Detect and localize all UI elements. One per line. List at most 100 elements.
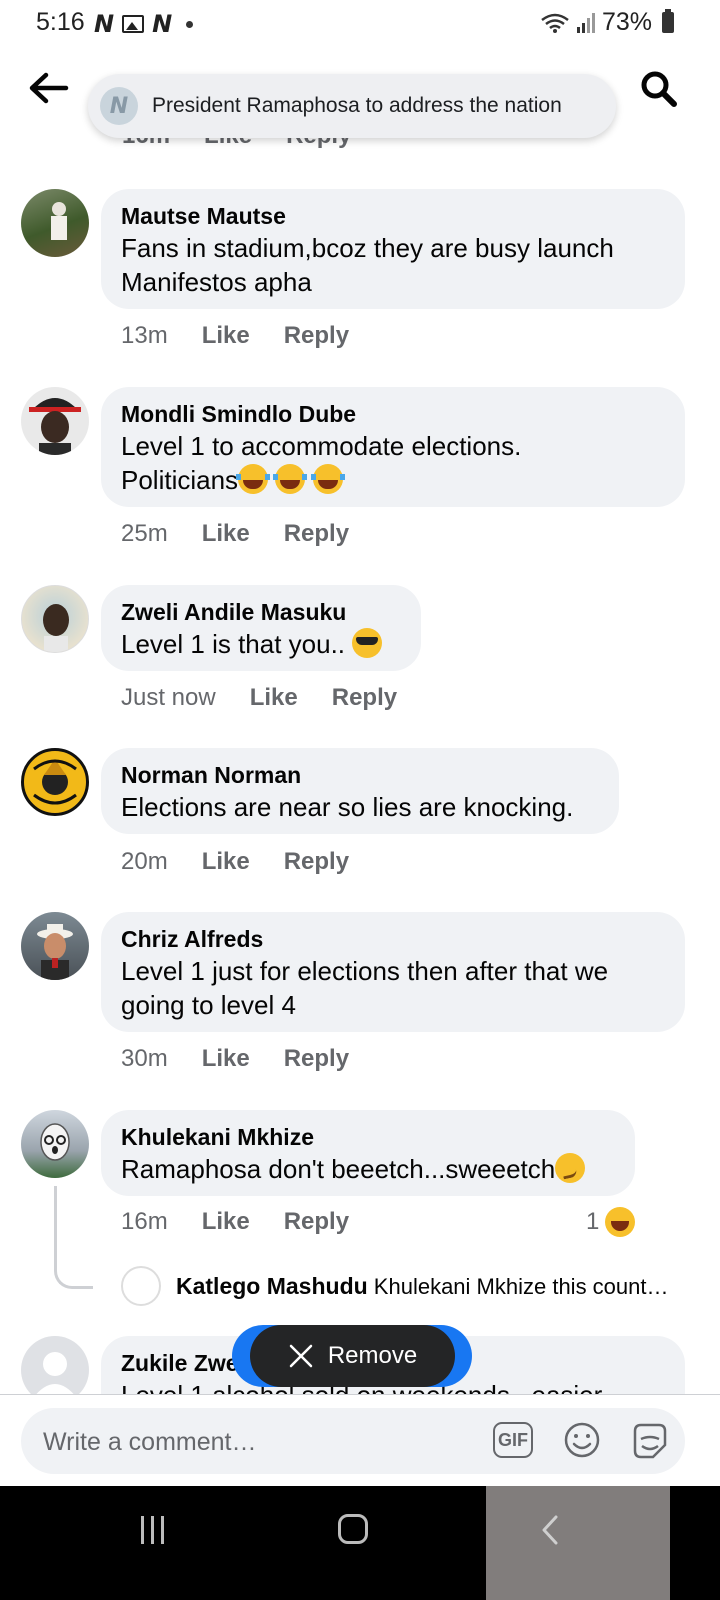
smirk-emoji-icon bbox=[555, 1153, 586, 1183]
like-button[interactable]: Like bbox=[202, 520, 250, 548]
comment-bubble: Mautse Mautse Fans in stadium,bcoz they … bbox=[101, 189, 685, 309]
comment-author[interactable]: Chriz Alfreds bbox=[121, 924, 665, 954]
reply-author: Katlego Mashudu bbox=[176, 1273, 368, 1299]
comment-text: Fans in stadium,bcoz they are busy launc… bbox=[121, 233, 614, 263]
nav-overlay bbox=[486, 1486, 670, 1600]
comment-time: 25m bbox=[121, 520, 168, 547]
kaizer-chiefs-logo-icon bbox=[33, 759, 77, 805]
avatar[interactable] bbox=[21, 912, 89, 980]
avatar[interactable] bbox=[21, 387, 89, 455]
notification-icons: N N bbox=[94, 10, 194, 38]
notification-pill[interactable]: N President Ramaphosa to address the nat… bbox=[88, 74, 616, 138]
comment-bubble: Chriz Alfreds Level 1 just for elections… bbox=[101, 912, 685, 1032]
home-icon[interactable] bbox=[338, 1514, 368, 1544]
news-notification-icon: N bbox=[94, 10, 115, 38]
reaction-count[interactable]: 1 bbox=[586, 1207, 636, 1237]
comment-actions: 13m Like Reply bbox=[121, 322, 349, 350]
reply-button[interactable]: Reply bbox=[284, 322, 349, 350]
reaction-count-number: 1 bbox=[586, 1208, 600, 1235]
comment-author[interactable]: Norman Norman bbox=[121, 760, 599, 790]
signal-icon bbox=[576, 12, 595, 33]
comment-actions: 30m Like Reply bbox=[121, 1045, 349, 1073]
avatar-photo-icon bbox=[40, 1123, 70, 1161]
sticker-icon[interactable] bbox=[629, 1421, 669, 1461]
composer-divider bbox=[0, 1394, 720, 1395]
gif-button[interactable]: GIF bbox=[493, 1422, 533, 1458]
comment-text: Manifestos apha bbox=[121, 267, 312, 297]
reply-button[interactable]: Reply bbox=[284, 1208, 349, 1236]
avatar[interactable] bbox=[21, 748, 89, 816]
remove-button[interactable]: Remove bbox=[250, 1325, 455, 1387]
comment-text: Level 1 just for elections then after th… bbox=[121, 956, 609, 986]
avatar-photo-icon bbox=[43, 604, 69, 652]
avatar-photo-icon bbox=[37, 924, 73, 980]
comment-actions: 25m Like Reply bbox=[121, 520, 349, 548]
like-button[interactable]: Like bbox=[202, 322, 250, 350]
avatar-photo-icon bbox=[29, 398, 81, 455]
gallery-notification-icon bbox=[122, 15, 145, 33]
news-notification-icon-2: N bbox=[152, 10, 173, 38]
thread-connector-line bbox=[54, 1186, 93, 1289]
comment-author[interactable]: Mondli Smindlo Dube bbox=[121, 399, 665, 429]
tears-of-joy-emoji-icon bbox=[273, 464, 308, 494]
reply-button[interactable]: Reply bbox=[284, 848, 349, 876]
comment-bubble: Mondli Smindlo Dube Level 1 to accommoda… bbox=[101, 387, 685, 507]
comment-text: Level 1 is that you.. bbox=[121, 629, 353, 659]
battery-percent: 73% bbox=[601, 8, 652, 36]
haha-reaction-icon bbox=[605, 1207, 636, 1237]
reply-button[interactable]: Reply bbox=[284, 520, 349, 548]
tears-of-joy-emoji-icon bbox=[310, 464, 345, 494]
comment-actions: 20m Like Reply bbox=[121, 848, 349, 876]
status-time: 5:16 bbox=[36, 8, 85, 36]
comment-actions: Just now Like Reply bbox=[121, 684, 397, 712]
emoji-picker-icon[interactable] bbox=[563, 1421, 601, 1459]
search-icon[interactable] bbox=[638, 70, 682, 110]
battery-icon bbox=[662, 9, 674, 33]
comment-bubble: Khulekani Mkhize Ramaphosa don't beeetch… bbox=[101, 1110, 635, 1196]
avatar[interactable] bbox=[21, 585, 89, 653]
comment-text: Level 1 to accommodate elections. bbox=[121, 431, 522, 461]
comment-time: 20m bbox=[121, 848, 168, 875]
system-nav-bar bbox=[0, 1486, 720, 1600]
comment-text: Ramaphosa don't beeetch...sweeetch bbox=[121, 1154, 556, 1184]
wifi-icon bbox=[541, 13, 569, 33]
more-notifications-dot-icon bbox=[186, 20, 194, 28]
reply-button[interactable]: Reply bbox=[284, 1045, 349, 1073]
comment-input[interactable] bbox=[41, 1418, 475, 1466]
back-arrow-icon[interactable] bbox=[26, 70, 70, 110]
comment-actions: 16m Like Reply bbox=[121, 1208, 349, 1236]
comment-text: Elections are near so lies are knocking. bbox=[121, 792, 574, 822]
avatar[interactable] bbox=[121, 1266, 161, 1306]
comment-bubble: Norman Norman Elections are near so lies… bbox=[101, 748, 619, 834]
status-right: 73% bbox=[540, 8, 674, 37]
comment-bubble: Zweli Andile Masuku Level 1 is that you.… bbox=[101, 585, 421, 671]
comment-composer: GIF bbox=[21, 1408, 685, 1474]
comment-time: 13m bbox=[121, 322, 168, 349]
avatar-photo-icon bbox=[51, 202, 67, 240]
reply-text: Khulekani Mkhize this count… bbox=[373, 1274, 669, 1299]
notification-title: President Ramaphosa to address the natio… bbox=[152, 94, 562, 117]
comment-time: Just now bbox=[121, 684, 216, 711]
comment-author[interactable]: Zweli Andile Masuku bbox=[121, 597, 401, 627]
avatar[interactable] bbox=[21, 1110, 89, 1178]
recent-apps-icon[interactable] bbox=[141, 1516, 171, 1544]
nav-back-icon[interactable] bbox=[538, 1514, 562, 1546]
like-button[interactable]: Like bbox=[202, 1208, 250, 1236]
status-bar: 5:16 N N 73% bbox=[0, 0, 720, 46]
comment-time: 16m bbox=[121, 1208, 168, 1235]
avatar[interactable] bbox=[21, 189, 89, 257]
reply-button[interactable]: Reply bbox=[332, 684, 397, 712]
like-button[interactable]: Like bbox=[202, 848, 250, 876]
remove-label: Remove bbox=[327, 1342, 418, 1369]
comment-author[interactable]: Mautse Mautse bbox=[121, 201, 665, 231]
news-source-icon: N bbox=[100, 87, 138, 125]
close-icon bbox=[289, 1344, 313, 1368]
sunglasses-emoji-icon bbox=[352, 628, 383, 658]
comment-text: going to level 4 bbox=[121, 990, 296, 1020]
like-button[interactable]: Like bbox=[202, 1045, 250, 1073]
reply-preview[interactable]: Katlego Mashudu Khulekani Mkhize this co… bbox=[176, 1273, 669, 1300]
comment-time: 30m bbox=[121, 1045, 168, 1072]
comment-author[interactable]: Khulekani Mkhize bbox=[121, 1122, 615, 1152]
comment-text: Politicians bbox=[121, 465, 239, 495]
like-button[interactable]: Like bbox=[250, 684, 298, 712]
